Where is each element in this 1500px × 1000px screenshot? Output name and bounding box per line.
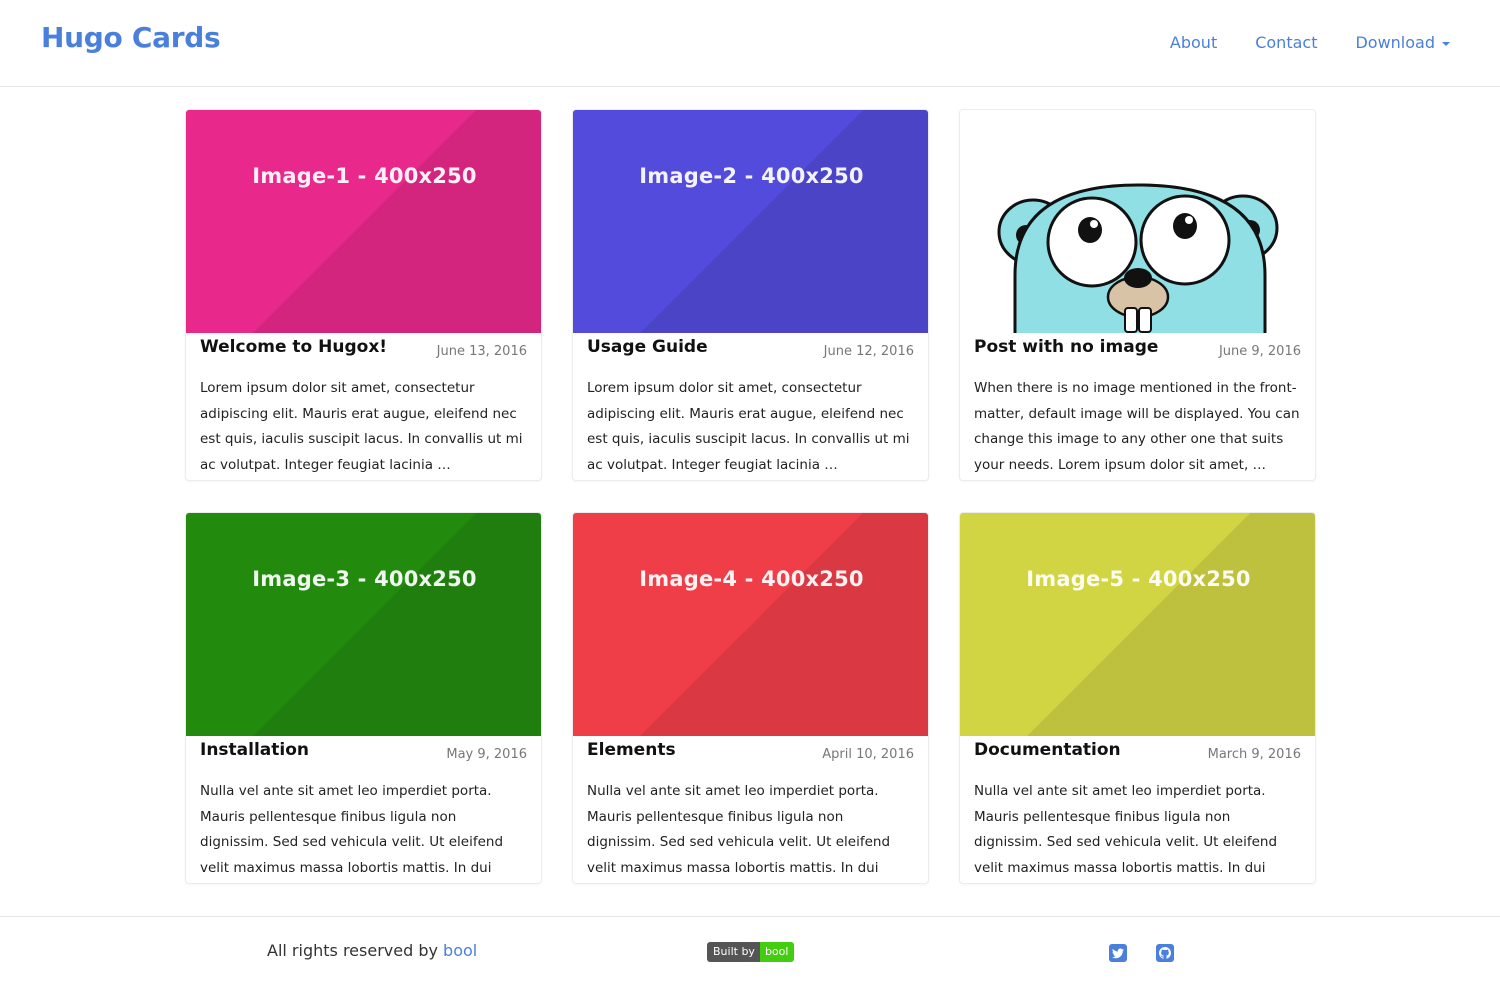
card-excerpt: Lorem ipsum dolor sit amet, consectetur … [200,380,523,473]
card-header: Installation May 9, 2016 [186,736,541,771]
card-excerpt: When there is no image mentioned in the … [974,380,1300,473]
card-date: March 9, 2016 [1207,747,1301,762]
card-image[interactable]: Image-1 - 400x250 [186,110,541,333]
image-shade [960,513,1315,736]
card-image-label: Image-3 - 400x250 [252,567,477,591]
card-title[interactable]: Documentation [974,740,1121,760]
copyright-prefix: All rights reserved by [267,941,438,960]
card-header: Elements April 10, 2016 [573,736,928,771]
card-date: May 9, 2016 [446,747,527,762]
brand-logo-link[interactable]: Hugo Cards [41,21,221,54]
nav-links: About Contact Download [1170,33,1450,52]
card-date: June 9, 2016 [1218,344,1301,359]
twitter-icon[interactable] [1109,944,1127,962]
card-title[interactable]: Post with no image [974,337,1158,357]
post-card[interactable]: Image-3 - 400x250 Installation May 9, 20… [185,512,542,884]
nav-contact-link[interactable]: Contact [1255,33,1317,52]
copyright-text: All rights reserved by bool [267,941,477,960]
card-image-label: Image-1 - 400x250 [252,164,477,188]
card-header: Documentation March 9, 2016 [960,736,1315,771]
card-excerpt: Nulla vel ante sit amet leo imperdiet po… [974,783,1278,876]
card-header: Welcome to Hugox! June 13, 2016 [186,333,541,368]
image-shade [573,110,928,333]
card-excerpt: Nulla vel ante sit amet leo imperdiet po… [587,783,891,876]
card-excerpt: Nulla vel ante sit amet leo imperdiet po… [200,783,504,876]
built-by-badge[interactable]: Built by bool [707,942,795,962]
card-image-label: Image-5 - 400x250 [1026,567,1251,591]
post-card[interactable]: Image-5 - 400x250 Documentation March 9,… [959,512,1316,884]
post-card[interactable]: Image-4 - 400x250 Elements April 10, 201… [572,512,929,884]
card-image-label: Image-2 - 400x250 [639,164,864,188]
post-card[interactable]: Image-2 - 400x250 Usage Guide June 12, 2… [572,109,929,481]
image-shade [573,513,928,736]
card-title[interactable]: Usage Guide [587,337,708,357]
footer: All rights reserved by bool Built by boo… [0,916,1500,1000]
card-date: June 12, 2016 [823,344,914,359]
card-header: Post with no image June 9, 2016 [960,333,1315,368]
card-title[interactable]: Elements [587,740,676,760]
image-shade [186,513,541,736]
card-image[interactable]: Image-5 - 400x250 [960,513,1315,736]
card-excerpt: Lorem ipsum dolor sit amet, consectetur … [587,380,910,473]
caret-down-icon [1442,41,1450,46]
card-image[interactable]: Image-3 - 400x250 [186,513,541,736]
card-grid: Image-1 - 400x250 Welcome to Hugox! June… [185,109,1316,884]
card-image[interactable]: Image-4 - 400x250 [573,513,928,736]
post-card[interactable]: Image-1 - 400x250 Welcome to Hugox! June… [185,109,542,481]
navbar: Hugo Cards About Contact Download [0,0,1500,87]
badge-right-text: bool [759,942,795,962]
image-shade [186,110,541,333]
card-image-label: Image-4 - 400x250 [639,567,864,591]
card-title[interactable]: Installation [200,740,309,760]
copyright-author-link[interactable]: bool [443,941,477,960]
gopher-mascot-image [997,183,1279,333]
card-header: Usage Guide June 12, 2016 [573,333,928,368]
card-date: June 13, 2016 [436,344,527,359]
card-image[interactable]: Image-2 - 400x250 [573,110,928,333]
badge-left-text: Built by [707,942,760,962]
nav-download-dropdown[interactable]: Download [1355,33,1450,52]
nav-about-link[interactable]: About [1170,33,1217,52]
nav-download-label: Download [1355,33,1435,52]
card-date: April 10, 2016 [822,747,914,762]
card-image[interactable] [960,110,1315,333]
post-card[interactable]: Post with no image June 9, 2016 When the… [959,109,1316,481]
github-icon[interactable] [1156,944,1174,962]
card-title[interactable]: Welcome to Hugox! [200,337,387,357]
